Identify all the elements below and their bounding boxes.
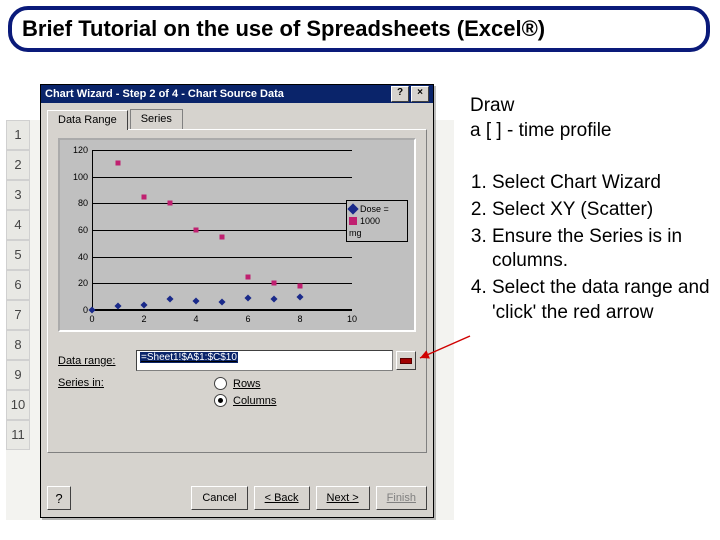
instruction-step: Select the data range and 'click' the re…: [492, 276, 716, 325]
tab-pane: 0204060801001200246810 Dose =1000mg Data…: [47, 129, 427, 453]
dialog-title: Chart Wizard - Step 2 of 4 - Chart Sourc…: [45, 88, 284, 100]
row-header: 3: [6, 180, 30, 210]
back-button[interactable]: < Back: [254, 486, 310, 510]
tab-series[interactable]: Series: [130, 109, 183, 129]
row-header: 8: [6, 330, 30, 360]
chart-preview: 0204060801001200246810 Dose =1000mg: [58, 138, 416, 332]
collapse-dialog-button[interactable]: [396, 351, 416, 370]
help-button[interactable]: ?: [47, 486, 71, 510]
instruction-step: Select XY (Scatter): [492, 198, 716, 223]
row-header: 7: [6, 300, 30, 330]
next-button[interactable]: Next >: [316, 486, 370, 510]
row-header: 11: [6, 420, 30, 450]
radio-rows[interactable]: Rows: [214, 377, 276, 390]
red-arrow-icon: [400, 358, 412, 364]
help-icon[interactable]: ?: [391, 86, 409, 102]
instructions: Draw a [ ] - time profile Select Chart W…: [470, 94, 716, 328]
tutorial-title-banner: Brief Tutorial on the use of Spreadsheet…: [8, 6, 710, 52]
row-header: 4: [6, 210, 30, 240]
row-header: 6: [6, 270, 30, 300]
chart-legend: Dose =1000mg: [346, 200, 408, 242]
data-range-input[interactable]: =Sheet1!$A$1:$C$10: [136, 350, 393, 371]
close-icon[interactable]: ×: [411, 86, 429, 102]
dialog-button-bar: ? Cancel < Back Next > Finish: [41, 479, 433, 517]
data-range-label: Data range:: [58, 355, 136, 367]
row-header: 2: [6, 150, 30, 180]
instruction-step: Select Chart Wizard: [492, 171, 716, 196]
instruction-step: Ensure the Series is in columns.: [492, 225, 716, 274]
tab-strip: Data Range Series: [47, 109, 427, 129]
finish-button[interactable]: Finish: [376, 486, 427, 510]
row-header: 9: [6, 360, 30, 390]
dialog-titlebar: Chart Wizard - Step 2 of 4 - Chart Sourc…: [41, 85, 433, 103]
row-header: 10: [6, 390, 30, 420]
series-in-label: Series in:: [58, 377, 136, 389]
tutorial-title: Brief Tutorial on the use of Spreadsheet…: [22, 16, 545, 42]
row-header: 5: [6, 240, 30, 270]
row-header: 1: [6, 120, 30, 150]
radio-columns[interactable]: Columns: [214, 394, 276, 407]
chart-wizard-dialog: Chart Wizard - Step 2 of 4 - Chart Sourc…: [40, 84, 434, 518]
instructions-heading: Draw a [ ] - time profile: [470, 94, 716, 143]
tab-data-range[interactable]: Data Range: [47, 110, 128, 130]
cancel-button[interactable]: Cancel: [191, 486, 247, 510]
